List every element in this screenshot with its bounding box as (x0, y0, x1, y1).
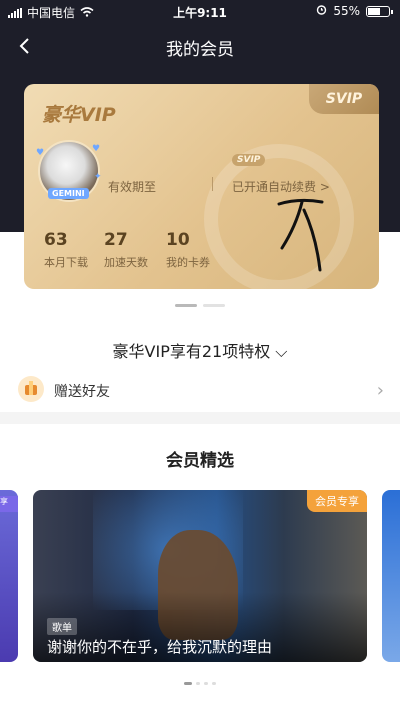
gift-label: 赠送好友 (54, 384, 110, 400)
status-right: 55% (316, 4, 393, 18)
svip-small-badge: SVIP (232, 154, 266, 166)
stat-label: 加速天数 (104, 256, 148, 269)
status-bar: 中国电信 上午9:11 55% (0, 0, 400, 24)
playlist-title: 谢谢你的不在乎，给我沉默的理由 (47, 638, 273, 656)
playlist-card-prev[interactable]: 享 (0, 490, 18, 662)
stat-value: 27 (104, 230, 128, 250)
stat-downloads[interactable]: 63 本月下载 (44, 230, 88, 270)
stat-boost-days[interactable]: 27 加速天数 (104, 230, 148, 270)
page-title: 我的会员 (166, 40, 234, 60)
battery-icon (366, 5, 393, 17)
side-card-tag: 享 (0, 496, 18, 512)
pager-dot-active (175, 304, 197, 307)
pager-dot-active (184, 682, 192, 685)
alarm-icon (316, 4, 327, 18)
stat-coupons[interactable]: 10 我的卡券 (166, 230, 210, 270)
svip-corner-badge: SVIP (309, 84, 379, 114)
gift-friend-row[interactable]: 赠送好友 › (0, 368, 400, 412)
playlist-card-next[interactable] (382, 490, 400, 662)
privileges-link[interactable]: 豪华VIP享有21项特权 ⌵ (0, 338, 400, 362)
stat-value: 10 (166, 230, 190, 250)
card-pager (0, 304, 400, 307)
pager-dot (212, 682, 216, 685)
playlist-card[interactable]: 会员专享 歌单 谢谢你的不在乎，给我沉默的理由 (33, 490, 367, 662)
nav-bar: 我的会员 (0, 24, 400, 68)
section-title: 会员精选 (166, 451, 234, 471)
stat-value: 63 (44, 230, 68, 250)
gift-icon (18, 376, 44, 402)
heart-icon: ♥ (92, 144, 101, 154)
member-exclusive-badge: 会员专享 (307, 490, 367, 512)
divider (212, 177, 213, 191)
pager-dot (203, 304, 225, 307)
vip-card[interactable]: 豪华VIP SVIP ♥ ♥ ✦ GEMINI 有效期至 SVIP 已开通自动续… (24, 84, 379, 289)
pager-dot (196, 682, 200, 685)
battery-percent: 55% (333, 4, 360, 18)
heart-icon: ♥ (36, 148, 45, 158)
chevron-right-icon: › (376, 380, 384, 401)
auto-renew-link[interactable]: 已开通自动续费 > (232, 178, 330, 195)
handwritten-arrow-annotation (277, 198, 324, 272)
pager-dot (204, 682, 208, 685)
stat-label: 本月下载 (44, 256, 88, 269)
stat-label: 我的卡券 (166, 256, 210, 269)
member-picks-section: 会员精选 享 会员专享 歌单 谢谢你的不在乎，给我沉默的理由 (0, 424, 400, 711)
expire-label: 有效期至 (108, 180, 157, 194)
avatar-tag: GEMINI (48, 188, 89, 199)
star-icon: ✦ (94, 172, 102, 182)
carousel-pager (0, 682, 400, 685)
vip-card-title: 豪华VIP (42, 104, 116, 126)
playlist-tag: 歌单 (47, 618, 77, 635)
